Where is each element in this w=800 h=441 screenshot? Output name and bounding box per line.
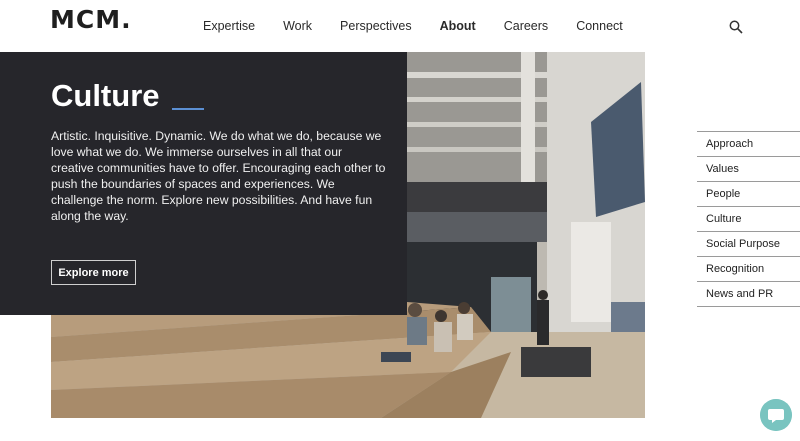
chat-icon[interactable]	[760, 399, 792, 431]
nav-work[interactable]: Work	[283, 19, 312, 33]
subnav-recognition[interactable]: Recognition	[697, 257, 800, 282]
subnav-people[interactable]: People	[697, 182, 800, 207]
nav-careers[interactable]: Careers	[504, 19, 548, 33]
nav-perspectives[interactable]: Perspectives	[340, 19, 412, 33]
subnav-social-purpose[interactable]: Social Purpose	[697, 232, 800, 257]
nav-expertise[interactable]: Expertise	[203, 19, 255, 33]
subnav-approach[interactable]: Approach	[697, 131, 800, 157]
title-underline	[172, 108, 204, 110]
logo[interactable]: MCM.	[50, 5, 132, 34]
section-subnav: Approach Values People Culture Social Pu…	[697, 131, 800, 307]
nav-about[interactable]: About	[440, 19, 476, 33]
subnav-values[interactable]: Values	[697, 157, 800, 182]
page-title: Culture	[51, 78, 160, 113]
subnav-news-and-pr[interactable]: News and PR	[697, 282, 800, 307]
subnav-culture[interactable]: Culture	[697, 207, 800, 232]
main-nav: Expertise Work Perspectives About Career…	[203, 19, 651, 33]
nav-connect[interactable]: Connect	[576, 19, 623, 33]
search-icon[interactable]	[729, 20, 743, 34]
culture-description: Artistic. Inquisitive. Dynamic. We do wh…	[51, 129, 386, 223]
explore-more-button[interactable]: Explore more	[51, 260, 136, 285]
culture-panel: Culture Artistic. Inquisitive. Dynamic. …	[0, 52, 407, 315]
site-header: MCM. Expertise Work Perspectives About C…	[0, 0, 800, 52]
